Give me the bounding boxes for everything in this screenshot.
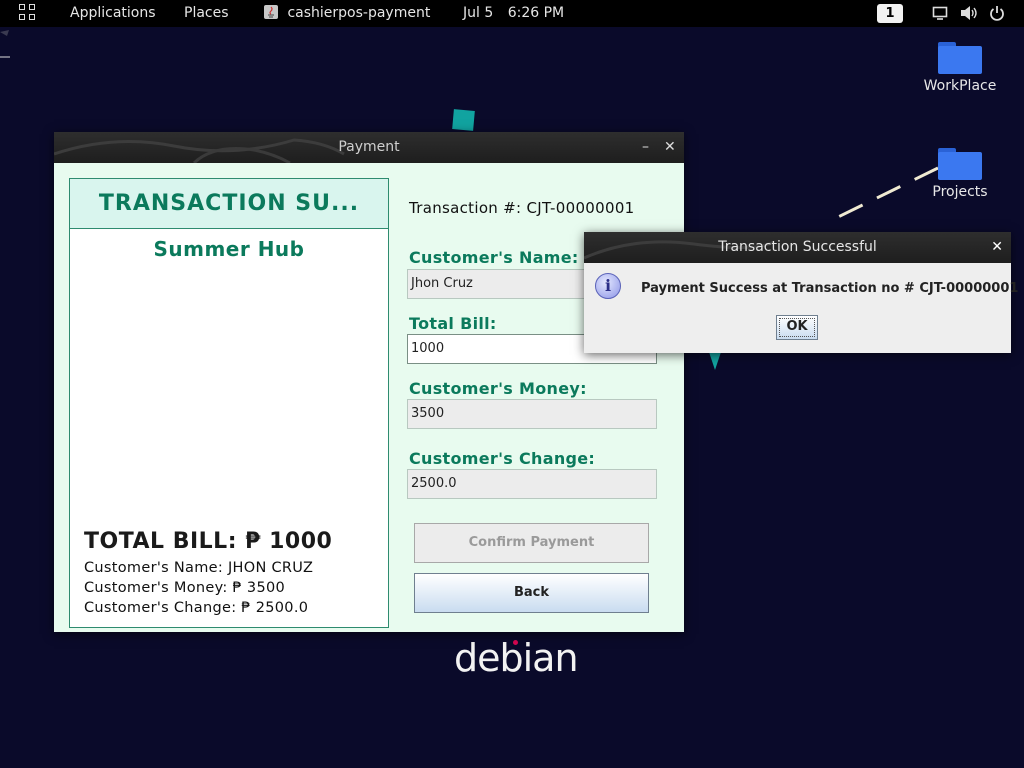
active-window-label: cashierpos-payment — [287, 5, 431, 21]
wallpaper-teal-square — [452, 109, 475, 131]
desktop-icon-label: WorkPlace — [923, 78, 997, 94]
dialog-titlebar[interactable]: Transaction Successful ✕ — [584, 232, 1011, 263]
desktop-icon-workplace[interactable]: WorkPlace — [915, 42, 1005, 94]
applications-menu[interactable]: Applications — [70, 0, 156, 27]
customer-name-label: Customer's Name: — [409, 248, 579, 267]
display-icon[interactable] — [932, 5, 948, 21]
minimize-button[interactable]: – — [642, 132, 649, 163]
transaction-success-dialog: Transaction Successful ✕ i Payment Succe… — [584, 232, 1018, 353]
dialog-close-button[interactable]: ✕ — [991, 232, 1003, 263]
clock-time: 6:26 PM — [507, 5, 565, 21]
window-titlebar[interactable]: Payment – ✕ — [54, 132, 684, 163]
debian-logo-dot — [513, 640, 518, 645]
receipt-customer-change: Customer's Change: ₱ 2500.0 — [84, 600, 309, 616]
top-panel: Applications Places cashierpos-payment J… — [0, 0, 1024, 27]
transaction-number: Transaction #: CJT-00000001 — [409, 199, 635, 217]
receipt-header: TRANSACTION SU... — [70, 179, 388, 229]
clock-date: Jul 5 — [463, 5, 494, 21]
receipt-customer-name: Customer's Name: JHON CRUZ — [84, 560, 314, 576]
window-title: Payment — [338, 139, 400, 155]
clock[interactable]: Jul 5 6:26 PM — [463, 0, 564, 27]
dialog-message: Payment Success at Transaction no # CJT-… — [641, 281, 1019, 296]
workspace-indicator[interactable]: 1 — [877, 4, 903, 23]
ok-button[interactable]: OK — [776, 315, 818, 340]
desktop-icon-label: Projects — [932, 184, 988, 200]
dialog-title: Transaction Successful — [718, 239, 877, 255]
power-icon[interactable] — [989, 5, 1005, 21]
folder-icon — [938, 42, 982, 74]
java-app-icon — [264, 5, 278, 19]
folder-icon — [938, 148, 982, 180]
customer-money-label: Customer's Money: — [409, 379, 587, 398]
volume-icon[interactable] — [960, 5, 978, 21]
back-button[interactable]: Back — [414, 573, 649, 613]
desktop-icon-projects[interactable]: Projects — [915, 148, 1005, 200]
customer-change-field[interactable]: 2500.0 — [407, 469, 657, 499]
receipt-customer-money: Customer's Money: ₱ 3500 — [84, 580, 286, 596]
active-window-button[interactable]: cashierpos-payment — [263, 0, 430, 27]
app-grid-icon[interactable] — [19, 4, 39, 24]
confirm-payment-button[interactable]: Confirm Payment — [414, 523, 649, 563]
payment-window: Payment – ✕ TRANSACTION SU... Summer Hub… — [54, 132, 684, 632]
places-menu[interactable]: Places — [184, 0, 229, 27]
wallpaper-teal-triangle — [709, 352, 721, 370]
receipt-panel: TRANSACTION SU... Summer Hub TOTAL BILL:… — [69, 178, 389, 628]
customer-change-label: Customer's Change: — [409, 449, 596, 468]
info-icon: i — [595, 273, 621, 299]
close-button[interactable]: ✕ — [664, 132, 676, 163]
total-bill-label: Total Bill: — [409, 314, 497, 333]
receipt-total-bill: TOTAL BILL: ₱ 1000 — [84, 529, 333, 554]
store-name: Summer Hub — [153, 237, 305, 261]
customer-money-field[interactable]: 3500 — [407, 399, 657, 429]
wallpaper-fragment — [0, 30, 10, 58]
titlebar-dragon-watermark — [54, 138, 345, 163]
